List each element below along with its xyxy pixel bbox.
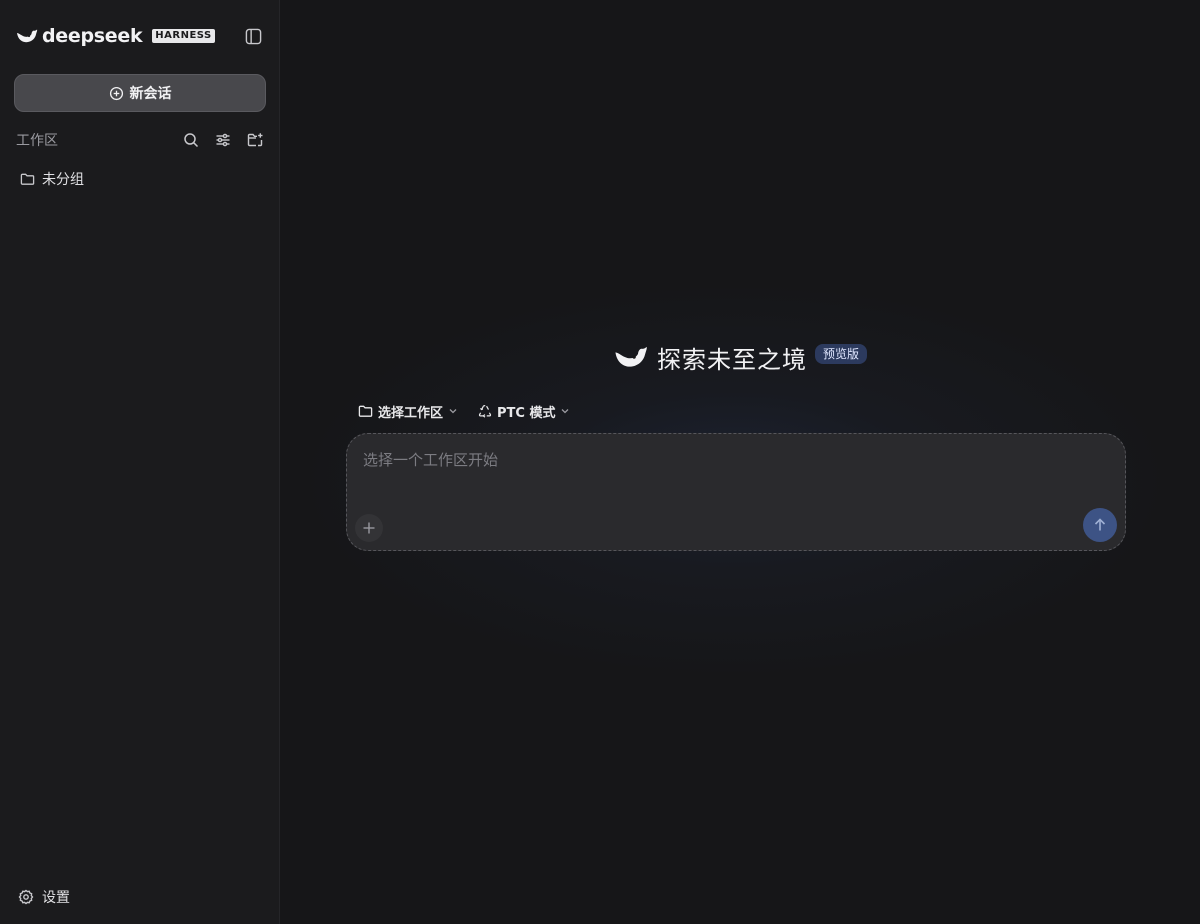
chevron-down-icon: [449, 409, 457, 414]
sidebar-toggle-button[interactable]: [243, 26, 263, 46]
workspace-tools: [181, 130, 265, 150]
composer: [346, 433, 1126, 551]
logo-text: deepseek: [42, 25, 143, 47]
message-input[interactable]: [363, 448, 1109, 472]
hero-title: 探索未至之境: [656, 345, 807, 374]
sidebar-panel-icon: [245, 28, 261, 44]
search-icon: [184, 133, 199, 148]
group-item-ungrouped[interactable]: 未分组: [20, 168, 84, 190]
folder-plus-icon: [247, 133, 262, 147]
new-chat-button[interactable]: 新会话: [14, 74, 266, 112]
folder-icon: [20, 173, 35, 185]
whale-logo-icon: [615, 346, 647, 367]
recycle-icon: [478, 405, 492, 418]
chevron-down-icon: [562, 409, 569, 414]
mode-label: PTC 模式: [497, 405, 556, 421]
group-item-label: 未分组: [42, 172, 84, 188]
sliders-icon: [216, 133, 230, 147]
select-workspace-label: 选择工作区: [378, 405, 444, 421]
attach-button[interactable]: [355, 514, 383, 542]
plus-circle-icon: [109, 86, 123, 100]
settings-button[interactable]: 设置: [18, 886, 70, 908]
workspace-label: 工作区: [16, 133, 58, 149]
mode-dropdown[interactable]: PTC 模式: [478, 402, 570, 421]
main-area: 探索未至之境 预览版 选择工作区 PTC 模式 选择一个工作区开始: [280, 0, 1200, 924]
gear-icon: [18, 889, 34, 905]
app-window: deepseek HARNESS 新会话 工作区 未分组 设置 探索未至之境 预…: [0, 0, 1200, 924]
search-workspace-button[interactable]: [181, 130, 201, 150]
workspace-header: 工作区: [16, 128, 265, 152]
arrow-up-icon: [1094, 518, 1106, 531]
hero: 探索未至之境 预览版: [280, 338, 1200, 376]
folder-icon: [358, 405, 373, 417]
new-chat-label: 新会话: [129, 86, 172, 102]
sidebar-header: deepseek HARNESS: [16, 24, 263, 48]
composer-controls: 选择工作区 PTC 模式: [358, 400, 570, 422]
sidebar: deepseek HARNESS 新会话 工作区 未分组 设置: [0, 0, 280, 924]
new-folder-button[interactable]: [245, 130, 265, 150]
select-workspace-dropdown[interactable]: 选择工作区: [358, 402, 458, 421]
logo: deepseek HARNESS: [16, 25, 215, 47]
whale-logo-icon: [17, 29, 38, 43]
preview-badge: 预览版: [814, 344, 867, 364]
send-button[interactable]: [1083, 508, 1117, 542]
plus-icon: [363, 522, 375, 534]
settings-label: 设置: [42, 890, 70, 906]
filter-workspace-button[interactable]: [213, 130, 233, 150]
harness-badge: HARNESS: [152, 29, 215, 43]
